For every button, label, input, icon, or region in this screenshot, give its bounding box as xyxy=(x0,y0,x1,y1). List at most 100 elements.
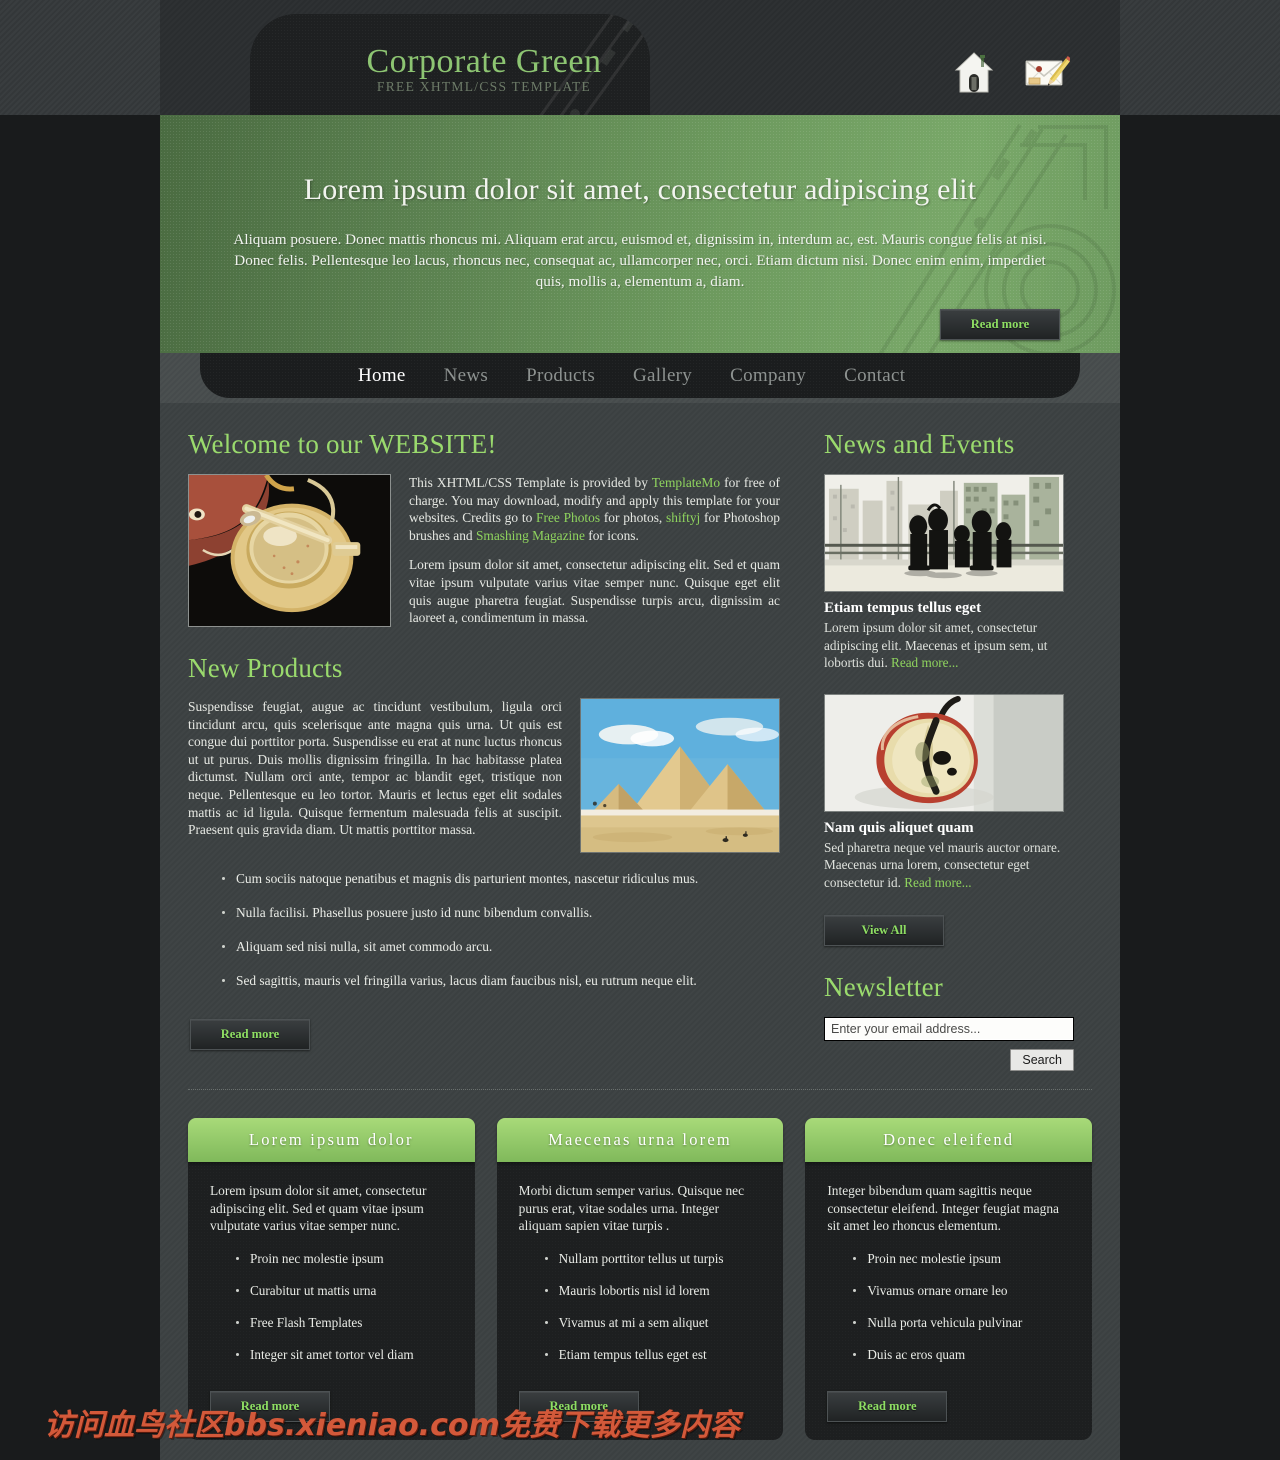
header-right-filler xyxy=(1120,0,1280,115)
newsletter-heading: Newsletter xyxy=(824,972,943,1002)
header-plate: Corporate Green FREE XHTML/CSS TEMPLATE xyxy=(160,0,1120,115)
feature-box-text: Lorem ipsum dolor sit amet, consectetur … xyxy=(210,1183,427,1234)
list-item: Proin nec molestie ipsum xyxy=(853,1251,1070,1267)
nav-item: Home xyxy=(358,365,406,387)
products-heading: New Products xyxy=(188,653,343,683)
nav-item: Gallery xyxy=(633,365,692,387)
products-row: Suspendisse feugiat, augue ac tincidunt … xyxy=(188,698,780,853)
feature-box-text: Morbi dictum semper varius. Quisque nec … xyxy=(518,1183,745,1234)
feature-box-read-more-button[interactable]: Read more xyxy=(210,1390,330,1422)
feature-box-header: Lorem ipsum dolor xyxy=(188,1118,475,1162)
city-silhouette-image xyxy=(824,474,1064,592)
list-item: Nulla porta vehicula pulvinar xyxy=(853,1315,1070,1331)
news-read-more-link[interactable]: Read more... xyxy=(904,875,971,890)
news-item-title: Nam quis aliquet quam xyxy=(824,819,974,836)
news-item: Etiam tempus tellus eget Lorem ipsum dol… xyxy=(824,474,1072,672)
coffee-cup-image xyxy=(188,474,391,627)
list-item: Vivamus ornare ornare leo xyxy=(853,1283,1070,1299)
list-item: Duis ac eros quam xyxy=(853,1347,1070,1363)
list-item: Mauris lobortis nisl id lorem xyxy=(544,1283,762,1299)
products-bullet-list: Cum sociis natoque penatibus et magnis d… xyxy=(188,871,780,989)
newsletter-search-button[interactable]: Search xyxy=(1010,1049,1074,1071)
feature-box-read-more-button[interactable]: Read more xyxy=(518,1390,639,1422)
main-content: Welcome to our WEBSITE! This XHTML/CSS T… xyxy=(160,403,1120,1460)
list-item: Etiam tempus tellus eget est xyxy=(544,1347,762,1363)
nav-link-home[interactable]: Home xyxy=(358,365,406,386)
list-item: Nulla facilisi. Phasellus posuere justo … xyxy=(222,905,780,921)
feature-box: Lorem ipsum dolor Lorem ipsum dolor sit … xyxy=(188,1118,475,1440)
welcome-text: This XHTML/CSS Template is provided by T… xyxy=(409,474,780,627)
news-item: Nam quis aliquet quam Sed pharetra neque… xyxy=(824,693,1072,892)
welcome-paragraph-1: This XHTML/CSS Template is provided by T… xyxy=(409,474,780,544)
feature-boxes: Lorem ipsum dolor Lorem ipsum dolor sit … xyxy=(160,1090,1120,1440)
feature-box-title: Donec eleifend xyxy=(883,1130,1015,1149)
logo-decoration xyxy=(539,14,650,115)
nav-link-contact[interactable]: Contact xyxy=(844,365,905,386)
navigation-bar: Home News Products Gallery Company Conta… xyxy=(0,353,1280,403)
nav-item: Company xyxy=(730,365,806,387)
link-shiftyj[interactable]: shiftyj xyxy=(666,510,700,525)
feature-box-body: Lorem ipsum dolor sit amet, consectetur … xyxy=(188,1162,475,1440)
nav-link-company[interactable]: Company xyxy=(730,365,806,386)
contact-envelope-icon[interactable] xyxy=(1022,48,1070,96)
page-root: Corporate Green FREE XHTML/CSS TEMPLATE xyxy=(0,0,1280,1460)
welcome-heading: Welcome to our WEBSITE! xyxy=(188,429,497,459)
list-item: Integer sit amet tortor vel diam xyxy=(236,1347,453,1363)
products-read-more-button[interactable]: Read more xyxy=(190,1019,310,1050)
nav-link-products[interactable]: Products xyxy=(526,365,595,386)
link-templatemo[interactable]: TemplateMo xyxy=(652,475,720,490)
welcome-row: This XHTML/CSS Template is provided by T… xyxy=(188,474,780,627)
list-item: Nullam porttitor tellus ut turpis xyxy=(544,1251,762,1267)
content-columns: Welcome to our WEBSITE! This XHTML/CSS T… xyxy=(160,403,1120,1071)
news-heading: News and Events xyxy=(824,429,1015,459)
link-free-photos[interactable]: Free Photos xyxy=(536,510,600,525)
news-item-text: Sed pharetra neque vel mauris auctor orn… xyxy=(824,839,1072,892)
feature-box: Donec eleifend Integer bibendum quam sag… xyxy=(805,1118,1093,1440)
view-all-button[interactable]: View All xyxy=(824,915,944,946)
right-sidebar: News and Events Etiam tempus tellus eget… xyxy=(800,425,1074,1071)
left-column: Welcome to our WEBSITE! This XHTML/CSS T… xyxy=(188,425,800,1071)
feature-box-list: Proin nec molestie ipsum Curabitur ut ma… xyxy=(210,1251,453,1363)
list-item: Curabitur ut mattis urna xyxy=(236,1283,453,1299)
pyramids-image xyxy=(580,698,780,853)
news-item-text: Lorem ipsum dolor sit amet, consectetur … xyxy=(824,619,1072,672)
welcome-text-c: for photos, xyxy=(600,510,667,526)
feature-box-header: Donec eleifend xyxy=(805,1118,1093,1162)
products-text: Suspendisse feugiat, augue ac tincidunt … xyxy=(188,698,562,839)
header-icon-group xyxy=(950,48,1070,96)
feature-box-body: Morbi dictum semper varius. Quisque nec … xyxy=(496,1162,784,1440)
list-item: Vivamus at mi a sem aliquet xyxy=(544,1315,762,1331)
list-item: Aliquam sed nisi nulla, sit amet commodo… xyxy=(222,939,780,955)
feature-box-list: Proin nec molestie ipsum Vivamus ornare … xyxy=(827,1251,1070,1363)
nav-pill: Home News Products Gallery Company Conta… xyxy=(200,353,1080,398)
site-header: Corporate Green FREE XHTML/CSS TEMPLATE xyxy=(0,0,1280,115)
nav-link-news[interactable]: News xyxy=(444,365,488,386)
nav-item: News xyxy=(444,365,488,387)
newsletter-email-input[interactable] xyxy=(824,1017,1074,1041)
home-icon[interactable] xyxy=(950,48,998,96)
feature-box-title: Maecenas urna lorem xyxy=(548,1130,732,1149)
hero-banner: Lorem ipsum dolor sit amet, consectetur … xyxy=(160,115,1120,353)
news-item-title: Etiam tempus tellus eget xyxy=(824,600,982,616)
nav-link-gallery[interactable]: Gallery xyxy=(633,365,692,386)
banner-read-more-button[interactable]: Read more xyxy=(940,309,1060,340)
feature-box-list: Nullam porttitor tellus ut turpis Mauris… xyxy=(519,1251,762,1363)
news-read-more-link[interactable]: Read more... xyxy=(891,655,958,670)
welcome-paragraph-2: Lorem ipsum dolor sit amet, consectetur … xyxy=(409,557,780,626)
newsletter-actions: Search xyxy=(824,1049,1074,1071)
feature-box: Maecenas urna lorem Morbi dictum semper … xyxy=(496,1118,784,1440)
link-smashing-magazine[interactable]: Smashing Magazine xyxy=(476,528,585,543)
products-paragraph: Suspendisse feugiat, augue ac tincidunt … xyxy=(188,699,562,838)
welcome-text-a: This XHTML/CSS Template is provided by xyxy=(409,475,652,490)
apple-halved-image xyxy=(824,693,1064,812)
logo-lobe xyxy=(250,14,650,115)
nav-item: Contact xyxy=(844,365,905,387)
list-item: Sed sagittis, mauris vel fringilla variu… xyxy=(222,973,780,989)
banner-title: Lorem ipsum dolor sit amet, consectetur … xyxy=(303,173,977,206)
feature-box-read-more-button[interactable]: Read more xyxy=(827,1390,948,1422)
feature-box-body: Integer bibendum quam sagittis neque con… xyxy=(805,1162,1093,1440)
feature-box-header: Maecenas urna lorem xyxy=(496,1118,784,1162)
list-item: Proin nec molestie ipsum xyxy=(236,1251,453,1267)
header-left-filler xyxy=(0,0,160,115)
nav-item: Products xyxy=(526,365,595,387)
